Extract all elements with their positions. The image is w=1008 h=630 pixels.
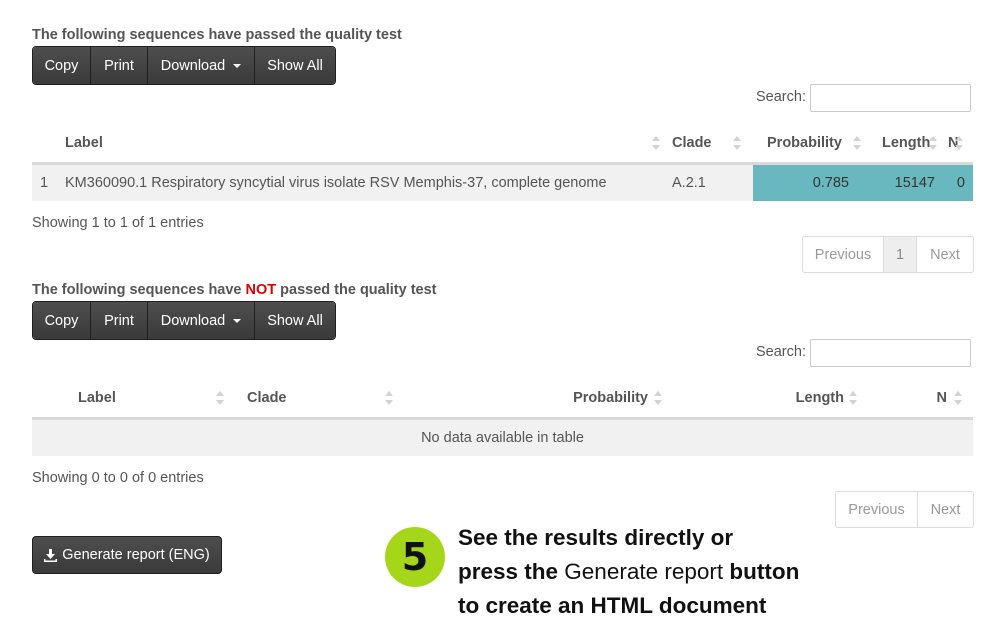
generate-report-button[interactable]: Generate report (ENG) bbox=[32, 536, 222, 574]
col-n-header[interactable]: N bbox=[862, 379, 973, 419]
col-n-header[interactable]: N bbox=[941, 124, 973, 164]
callout-line-2-start: press the bbox=[458, 559, 565, 584]
failed-search-input[interactable] bbox=[810, 339, 971, 367]
step-number-badge: 5 bbox=[385, 527, 445, 587]
col-label-header[interactable]: Label bbox=[32, 379, 236, 419]
col-clade-header[interactable]: Clade bbox=[236, 379, 405, 419]
failed-title-suffix: passed the quality test bbox=[276, 282, 437, 298]
failed-title-prefix: The following sequences have bbox=[32, 282, 246, 298]
sort-icon bbox=[652, 136, 660, 152]
previous-button[interactable]: Previous bbox=[803, 237, 884, 272]
cell-clade: A.2.1 bbox=[672, 175, 706, 191]
cell-n: 0 bbox=[941, 163, 973, 201]
sort-icon bbox=[954, 391, 962, 407]
page-1-button[interactable]: 1 bbox=[884, 237, 917, 272]
cell-length: 15147 bbox=[869, 163, 941, 201]
print-button[interactable]: Print bbox=[91, 47, 148, 84]
table-row[interactable]: 1 KM360090.1 Respiratory syncytial virus… bbox=[32, 163, 973, 201]
show-all-button[interactable]: Show All bbox=[255, 302, 335, 339]
cell-index: 1 bbox=[40, 175, 49, 191]
sort-icon bbox=[733, 136, 741, 152]
sort-icon bbox=[216, 391, 224, 407]
show-all-button[interactable]: Show All bbox=[255, 47, 335, 84]
col-index-header bbox=[32, 124, 65, 164]
passed-search-label: Search: bbox=[756, 89, 806, 105]
print-button-label: Print bbox=[104, 57, 134, 74]
caret-down-icon bbox=[233, 63, 242, 68]
col-probability-header[interactable]: Probability bbox=[405, 379, 666, 419]
sort-icon bbox=[955, 136, 963, 152]
callout-line-2: press the Generate report button bbox=[458, 555, 799, 589]
col-clade-text: Clade bbox=[672, 135, 712, 151]
failed-search-label: Search: bbox=[756, 344, 806, 360]
show-all-button-label: Show All bbox=[267, 57, 323, 74]
table-row: No data available in table bbox=[32, 418, 973, 456]
col-n-text: N bbox=[936, 390, 947, 406]
cell-label: KM360090.1 Respiratory syncytial virus i… bbox=[65, 175, 607, 191]
print-button[interactable]: Print bbox=[91, 302, 148, 339]
col-probability-header[interactable]: Probability bbox=[753, 124, 869, 164]
col-length-header[interactable]: Length bbox=[666, 379, 862, 419]
col-label-text: Label bbox=[78, 390, 116, 406]
download-button-label: Download bbox=[160, 312, 226, 329]
passed-search-input[interactable] bbox=[810, 84, 971, 112]
failed-section-title: The following sequences have NOT passed … bbox=[32, 282, 437, 298]
col-clade-header[interactable]: Clade bbox=[672, 124, 753, 164]
failed-pagination: Previous Next bbox=[835, 491, 974, 528]
callout-line-2-end: button bbox=[723, 559, 800, 584]
passed-table-info: Showing 1 to 1 of 1 entries bbox=[32, 215, 204, 231]
passed-button-group: Copy Print Download Show All bbox=[32, 46, 336, 85]
generate-report-label: Generate report (ENG) bbox=[62, 547, 210, 563]
copy-button-label: Copy bbox=[44, 57, 79, 74]
sort-icon bbox=[853, 136, 861, 152]
col-length-header[interactable]: Length bbox=[869, 124, 941, 164]
sort-icon bbox=[385, 391, 393, 407]
instruction-callout: See the results directly or press the Ge… bbox=[458, 521, 799, 623]
previous-button[interactable]: Previous bbox=[836, 492, 918, 527]
failed-title-not: NOT bbox=[245, 282, 277, 298]
passed-pagination: Previous 1 Next bbox=[802, 236, 974, 273]
download-button[interactable]: Download bbox=[148, 47, 255, 84]
col-clade-text: Clade bbox=[247, 390, 287, 406]
failed-button-group: Copy Print Download Show All bbox=[32, 301, 336, 340]
copy-button[interactable]: Copy bbox=[33, 302, 91, 339]
passed-table: Label Clade Probability Length N 1 KM360… bbox=[32, 124, 973, 201]
cell-probability: 0.785 bbox=[753, 163, 869, 201]
next-button[interactable]: Next bbox=[917, 237, 973, 272]
col-label-text: Label bbox=[65, 135, 103, 151]
col-probability-text: Probability bbox=[767, 135, 842, 151]
col-label-header[interactable]: Label bbox=[65, 124, 672, 164]
print-button-label: Print bbox=[104, 312, 134, 329]
callout-line-2-button-name: Generate report bbox=[564, 559, 724, 584]
download-icon bbox=[44, 548, 58, 562]
col-length-text: Length bbox=[882, 135, 931, 151]
download-button[interactable]: Download bbox=[148, 302, 255, 339]
passed-section-title: The following sequences have passed the … bbox=[32, 27, 402, 43]
col-length-text: Length bbox=[795, 390, 844, 406]
sort-icon bbox=[849, 391, 857, 407]
next-button[interactable]: Next bbox=[918, 492, 973, 527]
failed-table: Label Clade Probability Length N No data… bbox=[32, 379, 973, 456]
step-number: 5 bbox=[401, 535, 429, 579]
callout-line-1: See the results directly or bbox=[458, 525, 734, 550]
callout-line-3: to create an HTML document bbox=[458, 593, 767, 618]
col-probability-text: Probability bbox=[573, 390, 648, 406]
show-all-button-label: Show All bbox=[267, 312, 323, 329]
sort-icon bbox=[929, 136, 937, 152]
download-button-label: Download bbox=[160, 57, 226, 74]
copy-button-label: Copy bbox=[44, 312, 79, 329]
failed-table-info: Showing 0 to 0 of 0 entries bbox=[32, 470, 204, 486]
sort-icon bbox=[654, 391, 662, 407]
copy-button[interactable]: Copy bbox=[33, 47, 91, 84]
empty-table-message: No data available in table bbox=[421, 430, 584, 446]
caret-down-icon bbox=[233, 318, 242, 323]
